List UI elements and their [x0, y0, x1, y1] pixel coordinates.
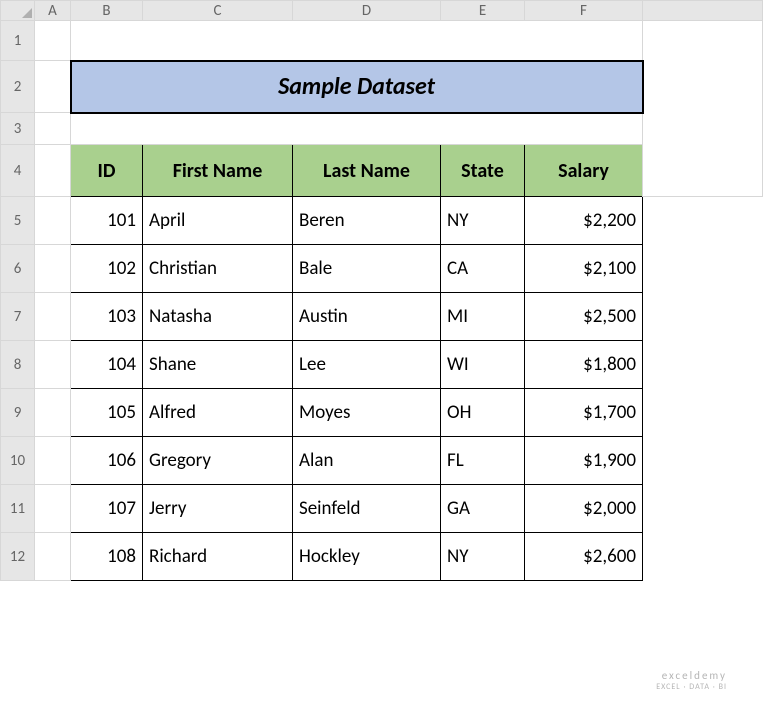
- cell-A11[interactable]: [35, 485, 71, 533]
- cell-salary-6[interactable]: $2,100: [525, 245, 643, 293]
- cell-B3[interactable]: [71, 113, 643, 145]
- cell-A5[interactable]: [35, 197, 71, 245]
- header-last[interactable]: Last Name: [293, 145, 441, 197]
- row-header-3[interactable]: 3: [1, 113, 35, 145]
- title-text: Sample Dataset: [278, 72, 435, 101]
- blank-area[interactable]: [643, 21, 763, 197]
- cell-A4[interactable]: [35, 145, 71, 197]
- cell-state-11[interactable]: GA: [441, 485, 525, 533]
- cell-id-6[interactable]: 102: [71, 245, 143, 293]
- cell-state-6[interactable]: CA: [441, 245, 525, 293]
- row-header-11[interactable]: 11: [1, 485, 35, 533]
- cell-id-9[interactable]: 105: [71, 389, 143, 437]
- cell-first-7[interactable]: Natasha: [143, 293, 293, 341]
- row-header-9[interactable]: 9: [1, 389, 35, 437]
- header-first[interactable]: First Name: [143, 145, 293, 197]
- cell-id-12[interactable]: 108: [71, 533, 143, 581]
- header-state[interactable]: State: [441, 145, 525, 197]
- cell-id-5[interactable]: 101: [71, 197, 143, 245]
- watermark-sub: EXCEL · DATA · BI: [656, 682, 727, 692]
- cell-A8[interactable]: [35, 341, 71, 389]
- cell-A1[interactable]: [35, 21, 71, 61]
- cell-salary-5[interactable]: $2,200: [525, 197, 643, 245]
- row-header-6[interactable]: 6: [1, 245, 35, 293]
- cell-A3[interactable]: [35, 113, 71, 145]
- cell-last-10[interactable]: Alan: [293, 437, 441, 485]
- cell-A12[interactable]: [35, 533, 71, 581]
- cell-state-8[interactable]: WI: [441, 341, 525, 389]
- cell-A6[interactable]: [35, 245, 71, 293]
- cell-first-12[interactable]: Richard: [143, 533, 293, 581]
- row-header-8[interactable]: 8: [1, 341, 35, 389]
- cell-A7[interactable]: [35, 293, 71, 341]
- cell-A2[interactable]: [35, 61, 71, 113]
- spreadsheet-grid: A B C D E F 1 2 Sample Dataset 3 4 ID Fi…: [0, 0, 763, 581]
- row-header-7[interactable]: 7: [1, 293, 35, 341]
- col-header-B[interactable]: B: [71, 1, 143, 21]
- cell-state-5[interactable]: NY: [441, 197, 525, 245]
- cell-state-7[interactable]: MI: [441, 293, 525, 341]
- col-header-E[interactable]: E: [441, 1, 525, 21]
- cell-first-5[interactable]: April: [143, 197, 293, 245]
- row-header-4[interactable]: 4: [1, 145, 35, 197]
- cell-salary-11[interactable]: $2,000: [525, 485, 643, 533]
- cell-first-9[interactable]: Alfred: [143, 389, 293, 437]
- header-id[interactable]: ID: [71, 145, 143, 197]
- cell-state-10[interactable]: FL: [441, 437, 525, 485]
- cell-salary-7[interactable]: $2,500: [525, 293, 643, 341]
- cell-id-10[interactable]: 106: [71, 437, 143, 485]
- row-header-1[interactable]: 1: [1, 21, 35, 61]
- row-header-2[interactable]: 2: [1, 61, 35, 113]
- cell-salary-8[interactable]: $1,800: [525, 341, 643, 389]
- cell-id-7[interactable]: 103: [71, 293, 143, 341]
- cell-last-7[interactable]: Austin: [293, 293, 441, 341]
- cell-salary-10[interactable]: $1,900: [525, 437, 643, 485]
- col-header-D[interactable]: D: [293, 1, 441, 21]
- row-header-10[interactable]: 10: [1, 437, 35, 485]
- cell-A10[interactable]: [35, 437, 71, 485]
- cell-last-11[interactable]: Seinfeld: [293, 485, 441, 533]
- cell-first-11[interactable]: Jerry: [143, 485, 293, 533]
- cell-state-9[interactable]: OH: [441, 389, 525, 437]
- cell-A9[interactable]: [35, 389, 71, 437]
- row-header-5[interactable]: 5: [1, 197, 35, 245]
- header-salary[interactable]: Salary: [525, 145, 643, 197]
- cell-last-9[interactable]: Moyes: [293, 389, 441, 437]
- watermark: exceldemy EXCEL · DATA · BI: [656, 669, 727, 692]
- col-header-F[interactable]: F: [525, 1, 643, 21]
- select-all-corner[interactable]: [1, 1, 35, 21]
- cell-first-6[interactable]: Christian: [143, 245, 293, 293]
- col-header-C[interactable]: C: [143, 1, 293, 21]
- cell-salary-12[interactable]: $2,600: [525, 533, 643, 581]
- cell-last-5[interactable]: Beren: [293, 197, 441, 245]
- cell-id-8[interactable]: 104: [71, 341, 143, 389]
- col-header-A[interactable]: A: [35, 1, 71, 21]
- select-all-icon: [22, 8, 32, 18]
- col-header-blank[interactable]: [643, 1, 763, 21]
- cell-B1[interactable]: [71, 21, 643, 61]
- cell-state-12[interactable]: NY: [441, 533, 525, 581]
- cell-salary-9[interactable]: $1,700: [525, 389, 643, 437]
- cell-last-8[interactable]: Lee: [293, 341, 441, 389]
- watermark-main: exceldemy: [662, 669, 727, 682]
- title-cell[interactable]: Sample Dataset: [71, 61, 643, 113]
- cell-first-8[interactable]: Shane: [143, 341, 293, 389]
- cell-first-10[interactable]: Gregory: [143, 437, 293, 485]
- cell-id-11[interactable]: 107: [71, 485, 143, 533]
- cell-last-12[interactable]: Hockley: [293, 533, 441, 581]
- cell-last-6[interactable]: Bale: [293, 245, 441, 293]
- row-header-12[interactable]: 12: [1, 533, 35, 581]
